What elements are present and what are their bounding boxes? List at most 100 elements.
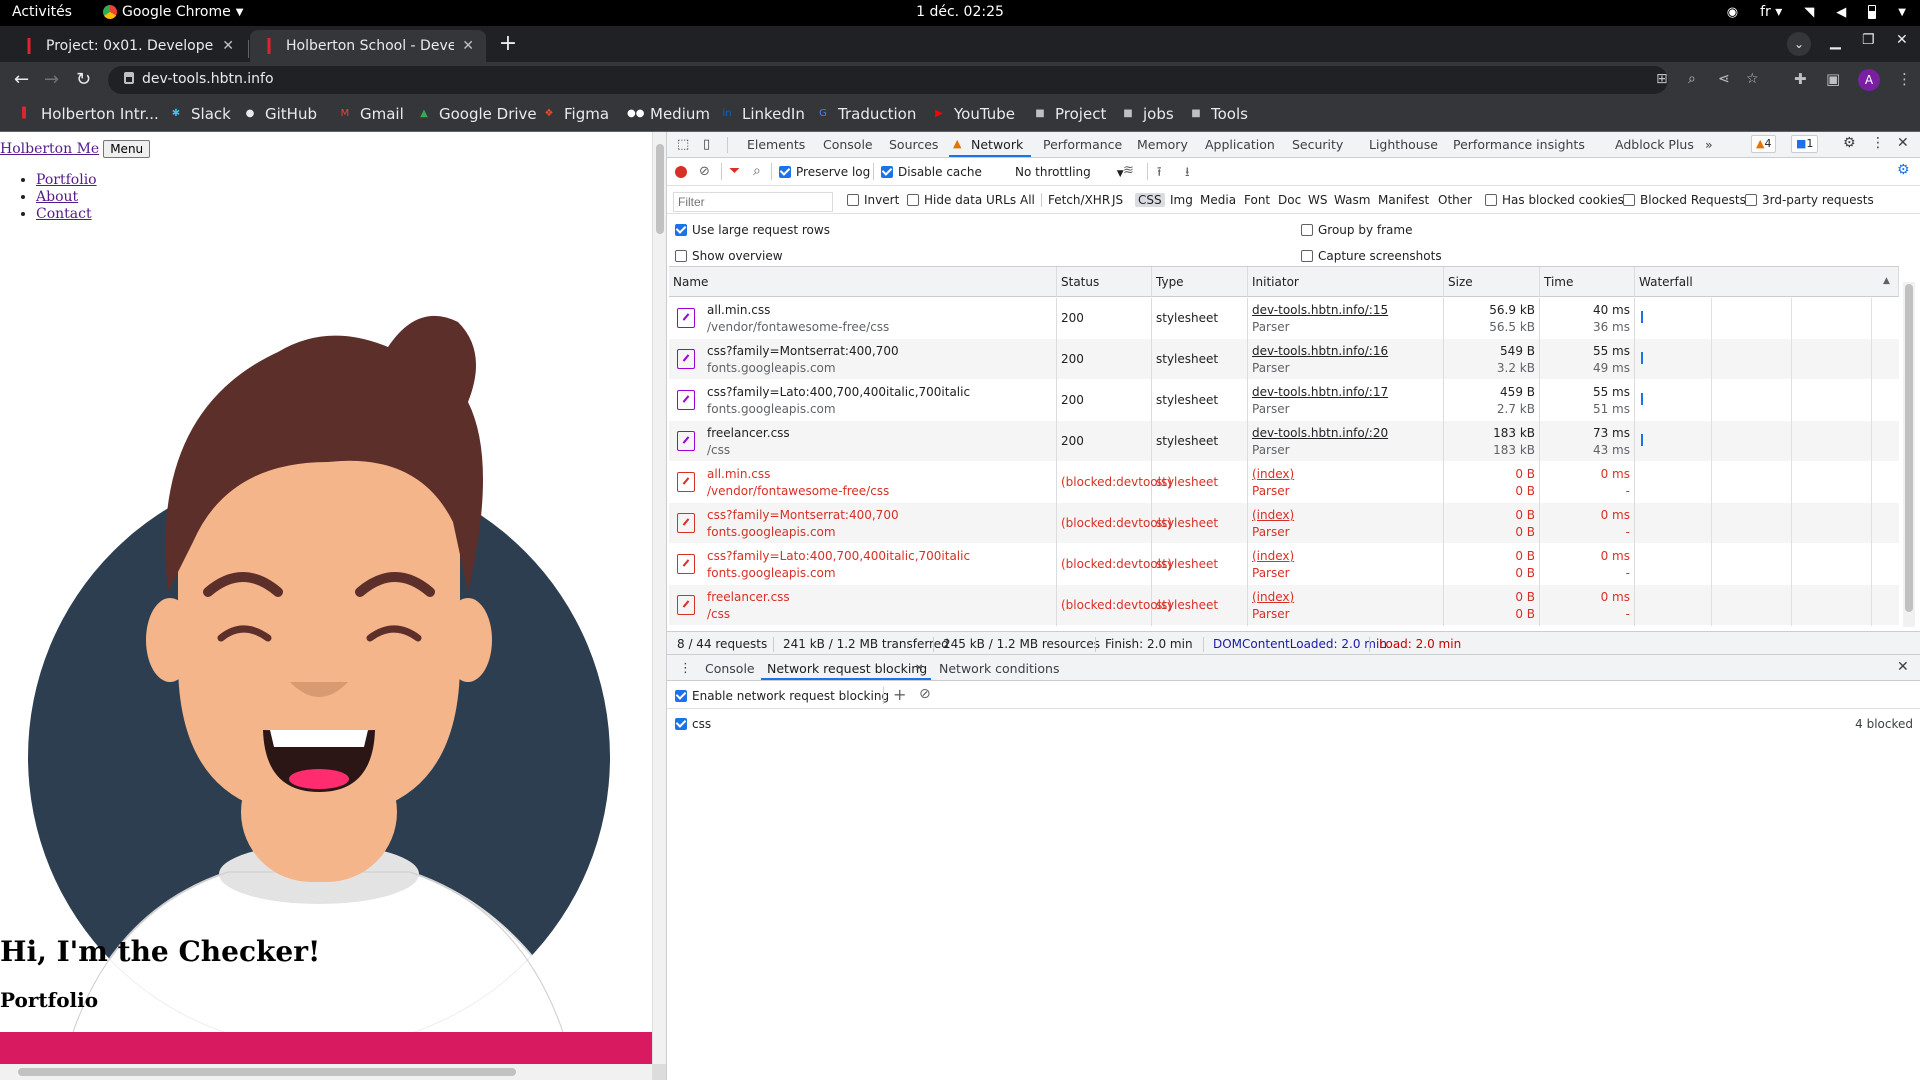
warnings-badge[interactable]: ▲4: [1751, 135, 1777, 153]
type-filter-doc[interactable]: Doc: [1275, 193, 1304, 207]
request-row[interactable]: css?family=Lato:400,700,400italic,700ita…: [669, 544, 1899, 585]
initiator-link[interactable]: (index): [1252, 467, 1294, 481]
bookmark-github[interactable]: ● GitHub: [242, 105, 317, 123]
checkbox-unchecked[interactable]: [675, 250, 687, 262]
nav-link-contact[interactable]: Contact: [36, 206, 92, 222]
initiator-link[interactable]: dev-tools.hbtn.info/:17: [1252, 385, 1388, 399]
type-filter-font[interactable]: Font: [1241, 193, 1273, 207]
bookmark-figma[interactable]: ❖ Figma: [541, 105, 610, 123]
blocked-requests-checkbox[interactable]: Blocked Requests: [1623, 193, 1746, 207]
tab-console[interactable]: Console: [823, 137, 873, 152]
checkbox-unchecked[interactable]: [1301, 250, 1313, 262]
type-filter-fetch-xhr[interactable]: Fetch/XHR: [1045, 193, 1113, 207]
network-conditions-icon[interactable]: ≋: [1123, 163, 1134, 178]
network-settings-gear-icon[interactable]: ⚙: [1897, 162, 1910, 178]
tab-network[interactable]: Network: [971, 137, 1023, 152]
system-tray[interactable]: ◉ fr ▾ ◥ ◀ ▼: [1727, 4, 1906, 20]
invert-checkbox[interactable]: Invert: [847, 193, 899, 207]
tab-lighthouse[interactable]: Lighthouse: [1369, 137, 1438, 152]
scroll-thumb[interactable]: [1905, 284, 1913, 612]
preserve-log-checkbox[interactable]: Preserve log: [779, 165, 870, 179]
bookmark-medium[interactable]: ●● Medium: [627, 105, 710, 123]
drawer-tab-console[interactable]: Console: [705, 661, 755, 676]
scroll-thumb[interactable]: [18, 1068, 516, 1076]
type-filter-all[interactable]: All: [1017, 193, 1038, 207]
request-row[interactable]: freelancer.css /css 200 stylesheet dev-t…: [669, 421, 1899, 462]
type-filter-manifest[interactable]: Manifest: [1375, 193, 1432, 207]
bookmark-jobs[interactable]: ■ jobs: [1120, 105, 1173, 123]
remove-all-patterns-icon[interactable]: ⊘: [919, 686, 931, 702]
has-blocked-cookies-checkbox[interactable]: Has blocked cookies: [1485, 193, 1624, 207]
column-header-waterfall[interactable]: Waterfall: [1635, 267, 1899, 297]
tab-holberton-school[interactable]: Holberton School - Develo ✕: [250, 30, 486, 62]
checkbox-unchecked[interactable]: [1485, 194, 1497, 206]
extensions-icon[interactable]: ✚: [1794, 70, 1807, 88]
initiator-link[interactable]: (index): [1252, 508, 1294, 522]
type-filter-ws[interactable]: WS: [1305, 193, 1330, 207]
tab-adblock-plus[interactable]: Adblock Plus: [1615, 137, 1694, 152]
page-horizontal-scrollbar[interactable]: [0, 1064, 652, 1080]
share-icon[interactable]: ⋖: [1718, 71, 1730, 87]
drawer-tab-network-request-blocking[interactable]: Network request blocking: [767, 661, 927, 676]
settings-gear-icon[interactable]: ⚙: [1843, 135, 1856, 151]
column-header-initiator[interactable]: Initiator: [1248, 267, 1444, 297]
profile-avatar[interactable]: A: [1858, 69, 1880, 91]
language-indicator[interactable]: fr ▾: [1760, 4, 1782, 20]
tab-security[interactable]: Security: [1292, 137, 1343, 152]
name-cell[interactable]: css?family=Montserrat:400,700 fonts.goog…: [669, 339, 1057, 380]
checkbox-unchecked[interactable]: [1623, 194, 1635, 206]
type-filter-wasm[interactable]: Wasm: [1331, 193, 1373, 207]
tab-sources[interactable]: Sources: [889, 137, 938, 152]
forward-button[interactable]: →: [44, 69, 59, 90]
discord-icon[interactable]: ◉: [1727, 5, 1738, 20]
request-row[interactable]: css?family=Lato:400,700,400italic,700ita…: [669, 380, 1899, 421]
request-row[interactable]: all.min.css /vendor/fontawesome-free/css…: [669, 298, 1899, 339]
bookmark-slack[interactable]: ✱ Slack: [168, 105, 231, 123]
initiator-link[interactable]: dev-tools.hbtn.info/:20: [1252, 426, 1388, 440]
request-table-scrollbar[interactable]: [1903, 282, 1915, 627]
request-row[interactable]: css?family=Montserrat:400,700 fonts.goog…: [669, 339, 1899, 380]
bookmark-youtube[interactable]: ▶ YouTube: [931, 105, 1015, 123]
capture-screenshots-checkbox[interactable]: Capture screenshots: [1301, 249, 1442, 263]
disable-cache-checkbox[interactable]: Disable cache: [881, 165, 982, 179]
blocking-pattern-row[interactable]: css 4 blocked: [667, 709, 1920, 737]
bookmark-traduction[interactable]: G Traduction: [815, 105, 916, 123]
name-cell[interactable]: freelancer.css /css: [669, 421, 1057, 462]
enable-blocking-checkbox[interactable]: Enable network request blocking: [675, 689, 889, 703]
device-toolbar-icon[interactable]: ▯: [703, 137, 710, 152]
chrome-menu-icon[interactable]: ⋮: [1897, 70, 1912, 88]
bookmark-project[interactable]: ■ Project: [1032, 105, 1106, 123]
type-filter-img[interactable]: Img: [1167, 193, 1196, 207]
url-text[interactable]: dev-tools.hbtn.info: [142, 71, 274, 87]
sort-ascending-icon[interactable]: ▲: [1883, 276, 1890, 286]
tab-project[interactable]: Project: 0x01. Developer t ✕: [10, 30, 246, 62]
checkbox-checked[interactable]: [675, 224, 687, 236]
zoom-icon[interactable]: ⌕: [1688, 71, 1696, 87]
drawer-menu-icon[interactable]: ⋮: [679, 661, 692, 676]
checkbox-checked[interactable]: [779, 166, 791, 178]
messages-badge[interactable]: ■1: [1791, 135, 1819, 153]
record-button[interactable]: [675, 166, 687, 178]
bookmark-star-icon[interactable]: ☆: [1746, 71, 1759, 87]
column-header-status[interactable]: Status: [1057, 267, 1152, 297]
filter-icon[interactable]: ⏷: [729, 163, 740, 179]
bookmark-holberton-intr[interactable]: ▌ Holberton Intr...: [18, 105, 159, 123]
address-bar[interactable]: dev-tools.hbtn.info ⊞ ⌕ ⋖ ☆: [108, 66, 1759, 94]
reload-button[interactable]: ↻: [76, 69, 91, 90]
search-icon[interactable]: ⌕: [753, 163, 761, 179]
drawer-tab-network-conditions[interactable]: Network conditions: [939, 661, 1059, 676]
name-cell[interactable]: css?family=Montserrat:400,700 fonts.goog…: [669, 503, 1057, 544]
initiator-link[interactable]: dev-tools.hbtn.info/:15: [1252, 303, 1388, 317]
checkbox-checked[interactable]: [881, 166, 893, 178]
hide-data-urls-checkbox[interactable]: Hide data URLs: [907, 193, 1016, 207]
maximize-button[interactable]: ❐: [1862, 32, 1875, 48]
pattern-checkbox[interactable]: css: [675, 717, 711, 731]
checkbox-unchecked[interactable]: [1301, 224, 1313, 236]
page-vertical-scrollbar[interactable]: [652, 132, 666, 1064]
initiator-link[interactable]: dev-tools.hbtn.info/:16: [1252, 344, 1388, 358]
clear-icon[interactable]: ⊘: [699, 164, 710, 179]
import-har-icon[interactable]: ⭱: [1157, 163, 1162, 185]
checkbox-checked[interactable]: [675, 718, 687, 730]
bookmark-linkedin[interactable]: in LinkedIn: [719, 105, 804, 123]
third-party-requests-checkbox[interactable]: 3rd-party requests: [1745, 193, 1874, 207]
